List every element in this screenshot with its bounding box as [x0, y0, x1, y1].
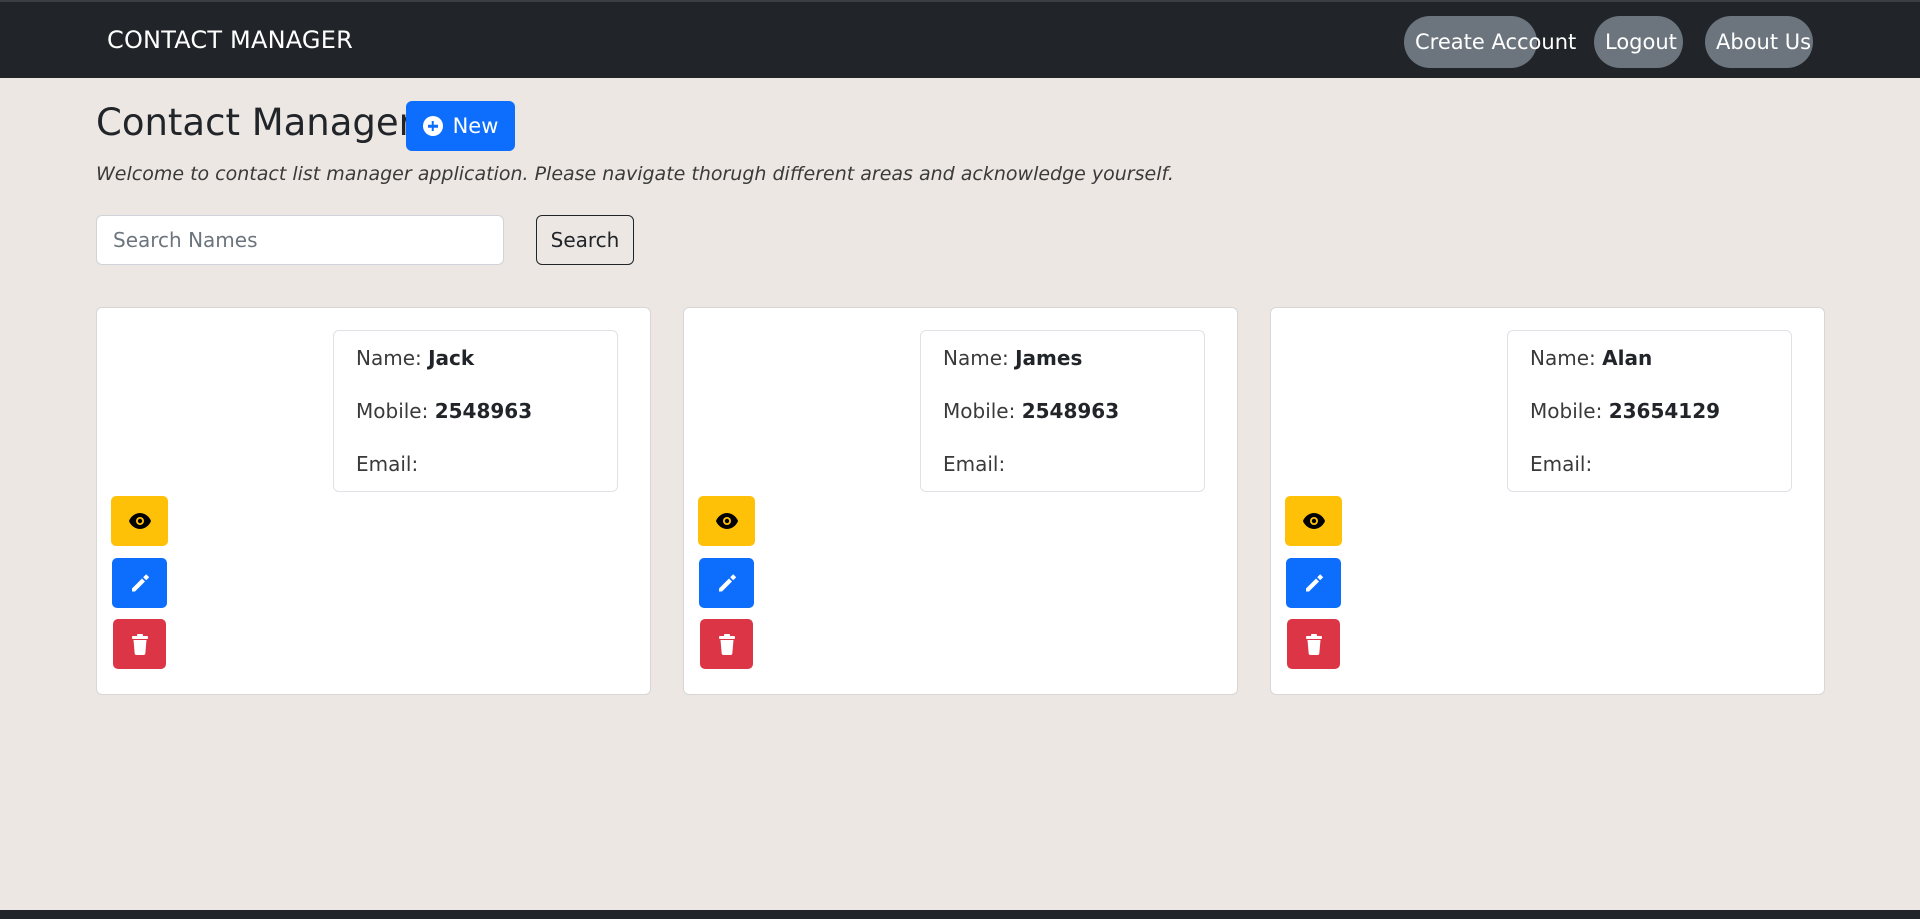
contact-card: Name: Alan Mobile: 23654129 Email: [1270, 307, 1825, 695]
trash-icon [718, 634, 735, 655]
contact-name-row: Name: James [943, 346, 1082, 370]
edit-contact-button[interactable] [699, 558, 754, 608]
contact-name: Jack [428, 346, 475, 370]
create-account-button[interactable]: Create Account [1404, 16, 1576, 68]
contact-mobile-row: Mobile: 23654129 [1530, 399, 1720, 423]
contact-name: Alan [1602, 346, 1653, 370]
eye-icon [1302, 513, 1325, 529]
plus-circle-icon [422, 116, 443, 136]
edit-contact-button[interactable] [112, 558, 167, 608]
contact-info-box: Name: Alan Mobile: 23654129 Email: [1507, 330, 1792, 492]
bottom-bar [0, 910, 1920, 919]
delete-contact-button[interactable] [113, 619, 166, 669]
contact-email-row: Email: [356, 452, 418, 476]
name-label: Name: [943, 346, 1009, 370]
contact-info-box: Name: Jack Mobile: 2548963 Email: [333, 330, 618, 492]
email-label: Email: [356, 452, 419, 476]
view-contact-button[interactable] [111, 496, 168, 546]
pencil-icon [1305, 574, 1323, 592]
eye-icon [128, 513, 151, 529]
contact-card: Name: Jack Mobile: 2548963 Email: [96, 307, 651, 695]
search-button[interactable]: Search [536, 215, 634, 265]
contact-email-row: Email: [943, 452, 1005, 476]
contact-info-box: Name: James Mobile: 2548963 Email: [920, 330, 1205, 492]
delete-contact-button[interactable] [700, 619, 753, 669]
email-label: Email: [943, 452, 1006, 476]
view-contact-button[interactable] [1285, 496, 1342, 546]
pencil-icon [718, 574, 736, 592]
contact-mobile-row: Mobile: 2548963 [943, 399, 1119, 423]
email-label: Email: [1530, 452, 1593, 476]
mobile-label: Mobile: [356, 399, 429, 423]
pencil-icon [131, 574, 149, 592]
edit-contact-button[interactable] [1286, 558, 1341, 608]
new-contact-button[interactable]: New [406, 101, 515, 151]
contact-card: Name: James Mobile: 2548963 Email: [683, 307, 1238, 695]
trash-icon [1305, 634, 1322, 655]
view-contact-button[interactable] [698, 496, 755, 546]
name-label: Name: [1530, 346, 1596, 370]
contact-mobile: 23654129 [1608, 399, 1721, 423]
contact-name: James [1015, 346, 1083, 370]
contact-name-row: Name: Jack [356, 346, 474, 370]
brand-logo-text[interactable]: CONTACT MANAGER [107, 26, 353, 54]
contact-mobile-row: Mobile: 2548963 [356, 399, 532, 423]
contact-mobile: 2548963 [1021, 399, 1120, 423]
top-navbar: CONTACT MANAGER Create Account Logout Ab… [0, 0, 1920, 78]
contact-email-row: Email: [1530, 452, 1592, 476]
mobile-label: Mobile: [943, 399, 1016, 423]
delete-contact-button[interactable] [1287, 619, 1340, 669]
contact-name-row: Name: Alan [1530, 346, 1652, 370]
contact-mobile: 2548963 [434, 399, 533, 423]
about-us-button[interactable]: About Us [1705, 16, 1813, 68]
mobile-label: Mobile: [1530, 399, 1603, 423]
welcome-text: Welcome to contact list manager applicat… [96, 163, 1174, 185]
new-contact-label: New [452, 114, 499, 138]
logout-button[interactable]: Logout [1594, 16, 1683, 68]
page-title: Contact Manager [96, 101, 414, 144]
name-label: Name: [356, 346, 422, 370]
trash-icon [131, 634, 148, 655]
search-input[interactable] [96, 215, 504, 265]
eye-icon [715, 513, 738, 529]
